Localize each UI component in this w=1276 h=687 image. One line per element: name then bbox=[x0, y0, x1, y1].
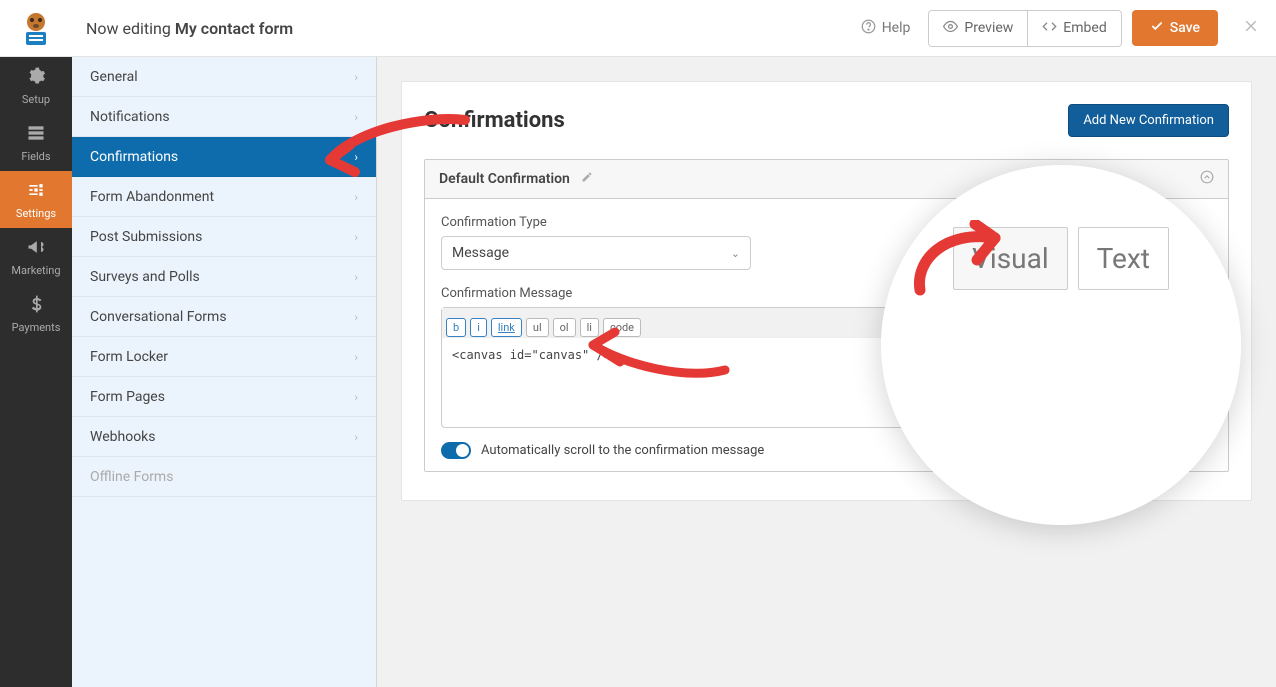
panel-header: Confirmations Add New Confirmation bbox=[424, 104, 1229, 137]
chevron-right-icon: › bbox=[354, 430, 358, 444]
sidebar-item-label: Notifications bbox=[90, 109, 170, 125]
rail-settings-label: Settings bbox=[16, 207, 56, 220]
chevron-right-icon: › bbox=[354, 70, 358, 84]
confirmation-title: Default Confirmation bbox=[439, 171, 570, 187]
chevron-right-icon: › bbox=[354, 390, 358, 404]
check-icon bbox=[1150, 19, 1164, 37]
list-icon bbox=[26, 123, 46, 146]
sidebar-item-form-abandonment[interactable]: Form Abandonment › bbox=[72, 177, 376, 217]
preview-embed-group: Preview Embed bbox=[928, 10, 1121, 47]
code-icon bbox=[1042, 19, 1057, 38]
tb-ul[interactable]: ul bbox=[526, 318, 549, 337]
sidebar-item-label: Form Pages bbox=[90, 389, 165, 405]
save-label: Save bbox=[1170, 20, 1200, 36]
zoom-tabs: Visual Text bbox=[953, 227, 1169, 290]
help-text: Help bbox=[882, 20, 911, 36]
tb-link[interactable]: link bbox=[491, 318, 522, 337]
chevron-right-icon: › bbox=[354, 350, 358, 364]
embed-button[interactable]: Embed bbox=[1028, 11, 1120, 46]
help-icon bbox=[861, 19, 876, 38]
rail-settings[interactable]: Settings bbox=[0, 171, 72, 228]
tb-ol[interactable]: ol bbox=[553, 318, 576, 337]
preview-button[interactable]: Preview bbox=[929, 11, 1028, 46]
rail-payments[interactable]: Payments bbox=[0, 285, 72, 342]
rail-marketing-label: Marketing bbox=[11, 264, 60, 277]
sidebar-item-surveys-polls[interactable]: Surveys and Polls › bbox=[72, 257, 376, 297]
now-editing-label: Now editing My contact form bbox=[86, 19, 293, 38]
sidebar-item-label: Form Locker bbox=[90, 349, 168, 365]
embed-label: Embed bbox=[1063, 20, 1106, 36]
sidebar-item-label: Surveys and Polls bbox=[90, 269, 200, 285]
sidebar-item-label: Webhooks bbox=[90, 429, 156, 445]
rail-setup[interactable]: Setup bbox=[0, 57, 72, 114]
chevron-right-icon: › bbox=[354, 230, 358, 244]
sidebar-item-form-locker[interactable]: Form Locker › bbox=[72, 337, 376, 377]
gear-icon bbox=[26, 66, 46, 89]
rail-marketing[interactable]: Marketing bbox=[0, 228, 72, 285]
sidebar-item-post-submissions[interactable]: Post Submissions › bbox=[72, 217, 376, 257]
sidebar-item-form-pages[interactable]: Form Pages › bbox=[72, 377, 376, 417]
chevron-right-icon: › bbox=[354, 110, 358, 124]
auto-scroll-label: Automatically scroll to the confirmation… bbox=[481, 443, 764, 458]
zoom-tab-visual: Visual bbox=[953, 227, 1068, 290]
sidebar-item-label: General bbox=[90, 69, 138, 85]
pencil-icon[interactable] bbox=[581, 172, 593, 187]
save-button[interactable]: Save bbox=[1132, 10, 1218, 46]
zoom-tab-text: Text bbox=[1078, 227, 1169, 290]
sidebar-item-general[interactable]: General › bbox=[72, 57, 376, 97]
close-builder-button[interactable] bbox=[1228, 16, 1260, 41]
sidebar-item-confirmations[interactable]: Confirmations › bbox=[72, 137, 376, 177]
confirmation-title-wrap: Default Confirmation bbox=[439, 171, 593, 187]
sidebar-item-label: Form Abandonment bbox=[90, 189, 214, 205]
chevron-right-icon: › bbox=[354, 270, 358, 284]
rail-fields-label: Fields bbox=[21, 150, 50, 163]
sliders-icon bbox=[26, 180, 46, 203]
sidebar-item-conversational-forms[interactable]: Conversational Forms › bbox=[72, 297, 376, 337]
sidebar-item-label: Post Submissions bbox=[90, 229, 202, 245]
eye-icon bbox=[943, 19, 958, 38]
sidebar-item-offline-forms[interactable]: Offline Forms bbox=[72, 457, 376, 497]
add-confirmation-button[interactable]: Add New Confirmation bbox=[1068, 104, 1229, 137]
sidebar-item-notifications[interactable]: Notifications › bbox=[72, 97, 376, 137]
tb-italic[interactable]: i bbox=[470, 318, 487, 337]
chevron-down-icon: ⌄ bbox=[731, 247, 740, 260]
sidebar-item-label: Offline Forms bbox=[90, 469, 173, 485]
wpforms-logo bbox=[0, 0, 72, 57]
auto-scroll-toggle[interactable] bbox=[441, 442, 471, 459]
collapse-icon[interactable] bbox=[1200, 170, 1214, 188]
form-name: My contact form bbox=[175, 19, 293, 38]
chevron-right-icon: › bbox=[354, 190, 358, 204]
page-title: Confirmations bbox=[424, 108, 565, 133]
settings-sidebar: General › Notifications › Confirmations › F… bbox=[72, 57, 377, 687]
dollar-icon bbox=[26, 294, 46, 317]
sidebar-item-label: Conversational Forms bbox=[90, 309, 227, 325]
sidebar-item-webhooks[interactable]: Webhooks › bbox=[72, 417, 376, 457]
rail-payments-label: Payments bbox=[12, 321, 61, 334]
bullhorn-icon bbox=[26, 237, 46, 260]
now-editing-prefix: Now editing bbox=[86, 19, 175, 38]
confirmation-type-select[interactable]: Message ⌄ bbox=[441, 236, 751, 270]
zoom-callout: Visual Text bbox=[881, 165, 1241, 525]
preview-label: Preview bbox=[964, 20, 1013, 36]
chevron-right-icon: › bbox=[354, 150, 358, 164]
help-link[interactable]: Help bbox=[853, 19, 919, 38]
select-value: Message bbox=[452, 245, 509, 261]
top-bar: Now editing My contact form Help Preview… bbox=[0, 0, 1276, 57]
left-rail: Setup Fields Settings Marketing Payments bbox=[0, 0, 72, 687]
sidebar-item-label: Confirmations bbox=[90, 149, 178, 165]
tb-bold[interactable]: b bbox=[446, 318, 466, 337]
tb-code[interactable]: code bbox=[603, 318, 641, 337]
topbar-actions: Help Preview Embed Save bbox=[853, 10, 1260, 47]
chevron-right-icon: › bbox=[354, 310, 358, 324]
rail-fields[interactable]: Fields bbox=[0, 114, 72, 171]
rail-setup-label: Setup bbox=[22, 93, 50, 106]
tb-li[interactable]: li bbox=[580, 318, 599, 337]
